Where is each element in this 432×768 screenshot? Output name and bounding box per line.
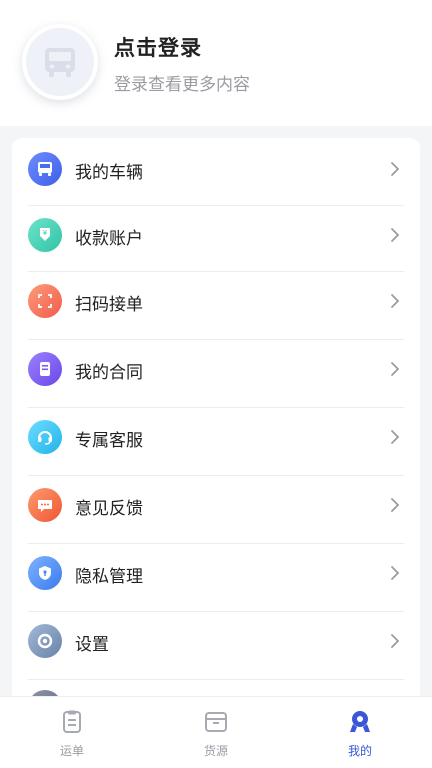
menu-item-label: 我的合同 (75, 363, 143, 383)
menu-item-label: 我的车辆 (75, 163, 143, 183)
menu-item-label: 意见反馈 (75, 499, 143, 519)
login-prompt-title[interactable]: 点击登录 (114, 32, 202, 62)
menu-item-my-contracts[interactable]: 我的合同 (12, 336, 420, 408)
menu-item-my-vehicles[interactable]: 我的车辆 (12, 138, 420, 206)
chevron-right-icon (391, 634, 400, 648)
avatar[interactable] (22, 24, 98, 100)
bottom-tab-bar: 运单 货源 我的 (0, 696, 432, 768)
settings-icon (28, 624, 62, 658)
menu-item-settings[interactable]: 设置 (12, 608, 420, 680)
chevron-right-icon (391, 162, 400, 176)
svg-text:¥: ¥ (43, 229, 48, 237)
menu-item-customer-service[interactable]: 专属客服 (12, 404, 420, 476)
receive-payment-icon: ¥ (28, 218, 62, 252)
menu-item-scan-accept[interactable]: 扫码接单 (12, 268, 420, 340)
menu-item-label: 隐私管理 (75, 567, 143, 587)
waybill-icon (63, 710, 81, 733)
menu-card: 我的车辆 ¥ 收款账户 扫码接单 我的合同 专属客服 意见反馈 隐私管理 设置 (12, 138, 420, 718)
login-prompt-subtitle: 登录查看更多内容 (114, 75, 250, 95)
menu-item-feedback[interactable]: 意见反馈 (12, 472, 420, 544)
tab-label: 货源 (203, 744, 228, 758)
menu-item-label: 收款账户 (75, 229, 143, 249)
menu-item-receiving-account[interactable]: ¥ 收款账户 (12, 200, 420, 272)
tab-label: 我的 (347, 744, 372, 758)
chevron-right-icon (391, 228, 400, 242)
chevron-right-icon (391, 294, 400, 308)
chevron-right-icon (391, 362, 400, 376)
tab-label: 运单 (59, 744, 84, 758)
profile-icon (350, 711, 370, 732)
tab-profile[interactable]: 我的 (288, 697, 432, 768)
tab-waybill[interactable]: 运单 (0, 697, 144, 768)
chevron-right-icon (391, 566, 400, 580)
profile-header: 点击登录 登录查看更多内容 (0, 0, 432, 126)
scan-icon (28, 284, 62, 318)
tab-cargo-source[interactable]: 货源 (144, 697, 288, 768)
truck-icon (28, 152, 62, 186)
headset-icon (28, 420, 62, 454)
menu-item-label: 专属客服 (75, 431, 143, 451)
chevron-right-icon (391, 430, 400, 444)
cargo-source-icon (205, 712, 227, 732)
privacy-shield-icon (28, 556, 62, 590)
chevron-right-icon (391, 498, 400, 512)
menu-item-label: 设置 (75, 635, 109, 655)
truck-avatar-icon (45, 48, 75, 77)
feedback-icon (28, 488, 62, 522)
menu-item-privacy-management[interactable]: 隐私管理 (12, 540, 420, 612)
menu-item-label: 扫码接单 (75, 295, 143, 315)
contract-icon (28, 352, 62, 386)
